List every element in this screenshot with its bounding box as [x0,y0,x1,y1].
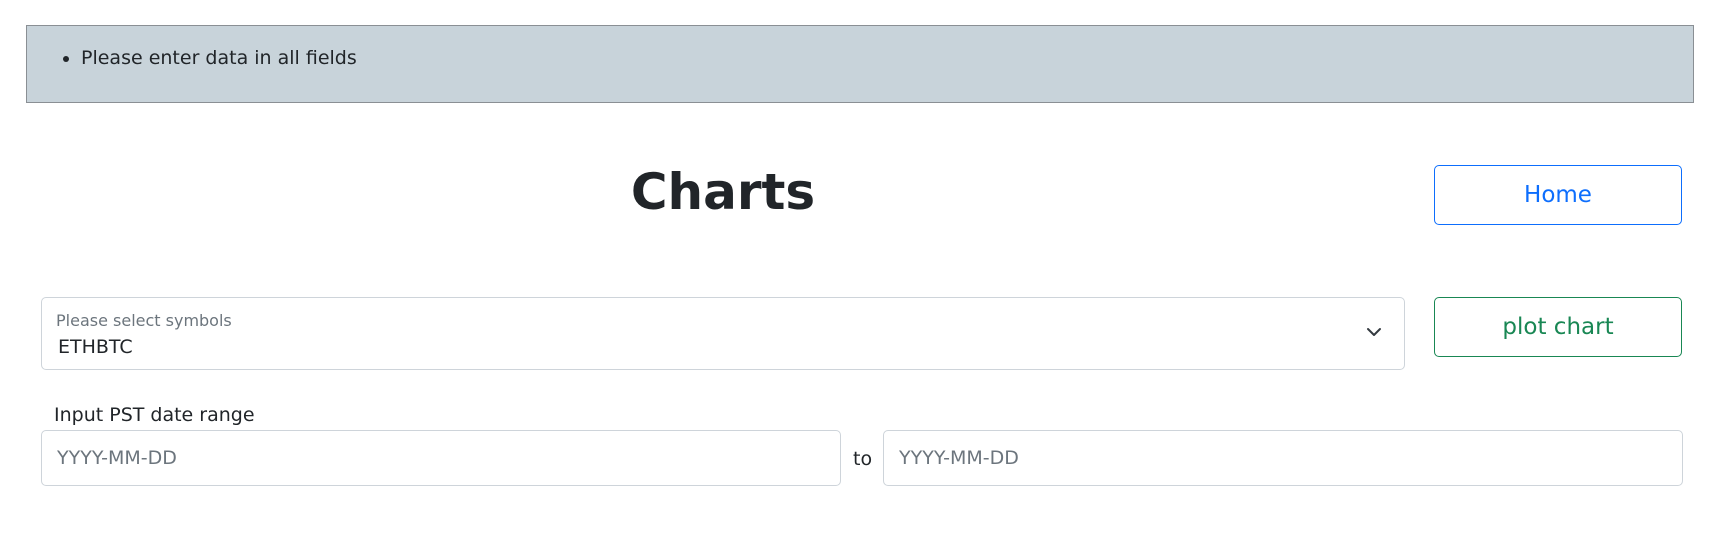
symbol-select-value: ETHBTC [58,336,133,358]
alert-list: Please enter data in all fields [81,44,357,73]
end-date-input[interactable] [883,430,1683,486]
chevron-down-icon [1367,328,1381,336]
symbol-select[interactable]: Please select symbols ETHBTC [41,297,1405,370]
start-date-input[interactable] [41,430,841,486]
plot-chart-button[interactable]: plot chart [1434,297,1682,357]
home-button[interactable]: Home [1434,165,1682,225]
date-range-label: Input PST date range [54,404,255,426]
date-range-separator: to [853,448,873,470]
symbol-select-label: Please select symbols [56,311,232,330]
page-title: Charts [630,163,816,221]
alert-message: Please enter data in all fields [81,44,357,73]
alert-box: Please enter data in all fields [26,25,1694,103]
